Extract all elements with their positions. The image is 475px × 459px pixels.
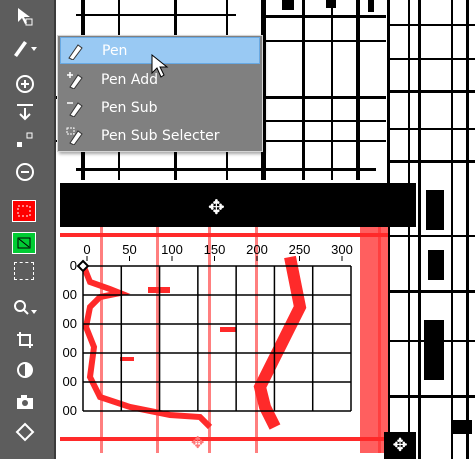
x-tick-label: 200	[246, 242, 268, 257]
red-trace-layer	[60, 227, 388, 453]
select-arrow-icon[interactable]	[10, 4, 40, 28]
menu-item-pen-sub-selecter[interactable]: Pen Sub Selecter	[60, 122, 260, 149]
pen-icon	[64, 40, 88, 62]
app-window: ✥ 0 50 100 150 200 250 300 0 00 00 00 00 00 ✥ ✥	[0, 0, 475, 459]
point-icon[interactable]	[10, 128, 40, 152]
red-mark	[120, 357, 134, 361]
dashed-select-icon[interactable]	[14, 262, 34, 280]
green-select-icon[interactable]	[12, 232, 36, 254]
x-tick-label: 250	[289, 242, 311, 257]
y-tick-label: 00	[63, 345, 77, 360]
arrow-down-to-line-icon[interactable]	[10, 100, 40, 124]
move-corner-icon[interactable]: ✥	[384, 432, 416, 459]
plot-header-bar[interactable]	[60, 183, 416, 227]
move-handle-icon[interactable]: ✥	[208, 195, 225, 219]
x-tick-label: 300	[331, 242, 353, 257]
zoom-in-icon[interactable]	[10, 72, 40, 96]
y-tick-label: 00	[63, 287, 77, 302]
red-mark	[220, 327, 236, 332]
y-tick-label: 00	[63, 374, 77, 389]
pen-dropdown-icon[interactable]	[10, 36, 40, 60]
move-handle-bottom-icon[interactable]: ✥	[191, 433, 204, 452]
pen-dropdown-menu: Pen Pen Add Pen Sub Pen Sub Selecter	[57, 35, 263, 152]
menu-item-pen-sub[interactable]: Pen Sub	[60, 94, 260, 121]
menu-item-label: Pen	[102, 42, 128, 59]
diamond-icon[interactable]	[10, 420, 40, 444]
red-band	[360, 227, 388, 453]
red-vertical-line	[100, 227, 103, 453]
camera-icon[interactable]	[10, 390, 40, 414]
contrast-icon[interactable]	[10, 358, 40, 382]
x-tick-label: 100	[161, 242, 183, 257]
red-horizontal-line	[60, 437, 388, 441]
pen-sub-selecter-icon	[63, 125, 87, 147]
red-vertical-line	[156, 227, 159, 453]
menu-item-label: Pen Sub	[101, 99, 158, 116]
y-tick-label: 00	[63, 316, 77, 331]
x-tick-label: 0	[83, 242, 90, 257]
menu-item-label: Pen Add	[101, 71, 158, 88]
pen-sub-icon	[63, 97, 87, 119]
x-tick-label: 150	[204, 242, 226, 257]
y-tick-label: 0	[70, 258, 77, 273]
pen-add-icon	[63, 69, 87, 91]
digitizer-grid: 0 50 100 150 200 250 300 00000000000	[60, 227, 388, 453]
digitizer-plot-area[interactable]: 0 50 100 150 200 250 300 0 00 00 00 00 00 ✥	[60, 227, 388, 453]
menu-item-label: Pen Sub Selecter	[101, 127, 220, 144]
red-horizontal-line	[60, 233, 388, 237]
red-select-icon[interactable]	[12, 200, 36, 222]
x-tick-label: 50	[122, 242, 136, 257]
left-toolbar	[0, 0, 56, 459]
y-tick-label: 00	[63, 403, 77, 418]
zoom-out-icon[interactable]	[10, 160, 40, 184]
magnifier-dropdown-icon[interactable]	[10, 296, 40, 320]
red-vertical-line	[208, 227, 211, 453]
mouse-cursor-icon	[151, 54, 169, 78]
crop-icon[interactable]	[10, 328, 40, 352]
